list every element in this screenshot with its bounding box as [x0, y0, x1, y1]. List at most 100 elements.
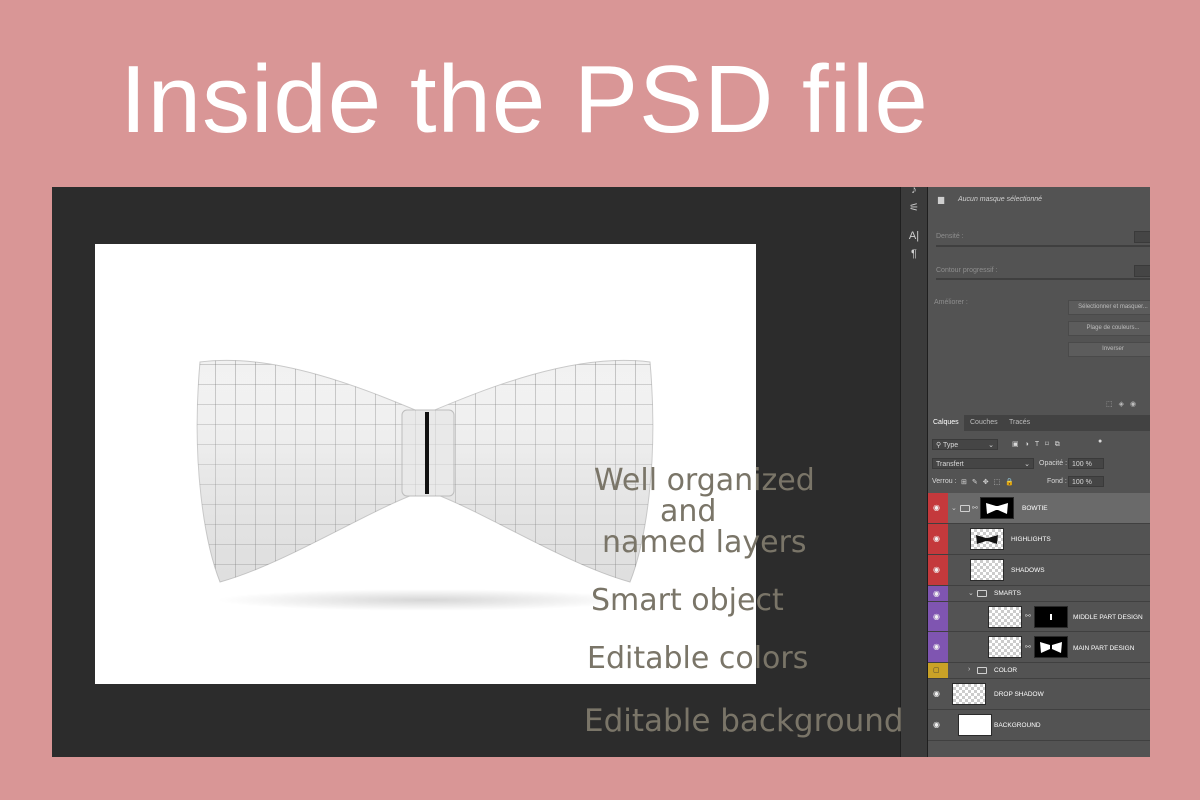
layer-row-color[interactable]: ▢ › COLOR	[928, 663, 1150, 679]
color-tag[interactable]: ◉	[928, 632, 948, 662]
eye-icon: ◉	[933, 642, 940, 651]
paragraph-icon[interactable]: ¶	[901, 245, 927, 263]
headline: Inside the PSD file	[120, 46, 929, 153]
lock-label: Verrou :	[932, 478, 957, 485]
tab-layers[interactable]: Calques	[928, 415, 964, 431]
layer-name: SMARTS	[994, 590, 1021, 597]
layer-row-smarts[interactable]: ◉ ⌄ SMARTS	[928, 586, 1150, 602]
layer-mask-thumbnail[interactable]	[1034, 606, 1068, 628]
blend-mode-value: Transfert	[936, 461, 964, 468]
panel-footer-icons: ⬚◈◉	[1106, 401, 1143, 408]
layers-tabs: Calques Couches Tracés	[928, 415, 1150, 431]
feature-line-and: and	[660, 494, 717, 529]
tab-paths[interactable]: Tracés	[1004, 415, 1035, 431]
chevron-down-icon: ⌄	[1024, 461, 1030, 468]
layer-row-drop-shadow[interactable]: ◉ DROP SHADOW	[928, 679, 1150, 710]
layer-name: COLOR	[994, 667, 1018, 674]
filter-type-icons[interactable]: ▣◑T⌑⧉	[1012, 440, 1066, 449]
bowtie-thumb-icon	[976, 535, 998, 544]
link-icon: ⚯	[972, 505, 978, 512]
opacity-label: Opacité :	[1039, 460, 1068, 467]
select-and-mask-button[interactable]: Sélectionner et masquer...	[1068, 300, 1150, 315]
right-panels: ▆ Aucun masque sélectionné Densité : Con…	[928, 187, 1150, 757]
brush-icon[interactable]: ♪	[901, 187, 927, 199]
chevron-down-icon[interactable]: ⌄	[951, 504, 957, 512]
properties-panel: ▆ Aucun masque sélectionné Densité : Con…	[928, 187, 1150, 416]
color-tag[interactable]: ◉	[928, 602, 948, 631]
layer-row-main-part-design[interactable]: ◉ ⚯ MAIN PART DESIGN	[928, 632, 1150, 663]
folder-icon	[977, 590, 987, 597]
layer-mask-thumbnail[interactable]	[1034, 636, 1068, 658]
color-tag[interactable]: ◉	[928, 555, 948, 585]
layer-row-bowtie[interactable]: ◉ ⌄ ⚯ BOWTIE	[928, 493, 1150, 524]
color-tag[interactable]: ◉	[928, 493, 948, 523]
fill-field[interactable]: 100 %	[1068, 476, 1104, 487]
lock-icons[interactable]: ⊞✎✥⬚🔒	[961, 478, 1019, 486]
feature-editable-background: Editable background	[584, 703, 904, 739]
drop-shadow	[215, 589, 635, 611]
main-mask-icon	[1040, 642, 1062, 653]
layer-thumbnail[interactable]	[952, 683, 986, 705]
layer-row-middle-part-design[interactable]: ◉ ⚯ MIDDLE PART DESIGN	[928, 602, 1150, 632]
folder-icon	[960, 505, 970, 512]
density-label: Densité :	[936, 233, 964, 240]
eye-icon: ◉	[933, 534, 940, 543]
feather-label: Contour progressif :	[936, 267, 998, 274]
layer-row-background[interactable]: ◉ BACKGROUND	[928, 710, 1150, 741]
chevron-right-icon[interactable]: ›	[968, 666, 970, 673]
fill-value: 100 %	[1072, 479, 1092, 486]
bowtie-mask-icon	[986, 503, 1008, 514]
color-tag[interactable]: ◉	[928, 586, 948, 601]
blend-mode-select[interactable]: Transfert ⌄	[932, 458, 1034, 469]
density-slider[interactable]	[936, 245, 1150, 247]
eye-icon: ◉	[933, 503, 940, 512]
density-value-box[interactable]	[1134, 231, 1150, 243]
feather-slider[interactable]	[936, 278, 1150, 280]
feature-line-named-layers: named layers	[602, 525, 807, 560]
layer-mask-thumbnail[interactable]	[980, 497, 1014, 519]
character-icon[interactable]: A|	[901, 227, 927, 245]
chevron-down-icon[interactable]: ⌄	[968, 589, 974, 597]
layer-filter-value: Type	[942, 442, 959, 449]
visibility-toggle[interactable]: ◉	[928, 710, 948, 740]
chevron-down-icon: ⌄	[988, 442, 994, 449]
layer-name: HIGHLIGHTS	[1011, 536, 1051, 543]
color-range-button[interactable]: Plage de couleurs...	[1068, 321, 1150, 336]
layer-row-highlights[interactable]: ◉ HIGHLIGHTS	[928, 524, 1150, 555]
invert-button[interactable]: Inverser	[1068, 342, 1150, 357]
visibility-toggle[interactable]: ◉	[928, 679, 948, 709]
layer-filter-select[interactable]: ⚲ Type ⌄	[932, 439, 998, 450]
color-tag[interactable]: ▢	[928, 663, 948, 678]
color-tag[interactable]: ◉	[928, 524, 948, 554]
feather-value-box[interactable]	[1134, 265, 1150, 277]
feature-line-well-organized: Well organized	[594, 463, 815, 498]
link-icon: ⚯	[1025, 644, 1031, 651]
adjustments-icon[interactable]: ⚟	[901, 199, 927, 217]
eye-icon: ◉	[933, 720, 940, 729]
layer-thumbnail[interactable]	[970, 528, 1004, 550]
layer-name: BOWTIE	[1022, 505, 1048, 512]
feature-editable-colors: Editable colors	[587, 641, 809, 676]
layers-panel: Calques Couches Tracés ⚲ Type ⌄ ▣◑T⌑⧉ ● T…	[928, 415, 1150, 757]
fill-label: Fond :	[1047, 478, 1067, 485]
layer-name: SHADOWS	[1011, 567, 1045, 574]
layer-row-shadows[interactable]: ◉ SHADOWS	[928, 555, 1150, 586]
layer-thumbnail[interactable]	[958, 714, 992, 736]
mask-folder-icon: ▆	[938, 195, 945, 204]
feature-smart-object: Smart object	[591, 583, 784, 618]
smart-object-thumbnail[interactable]	[988, 606, 1022, 628]
eye-icon: ◉	[933, 565, 940, 574]
layer-name: BACKGROUND	[994, 722, 1041, 729]
middle-mask-icon	[1050, 614, 1052, 620]
filter-toggle-icon[interactable]: ●	[1098, 438, 1102, 445]
layer-thumbnail[interactable]	[970, 559, 1004, 581]
layer-name: DROP SHADOW	[994, 691, 1044, 698]
link-icon: ⚯	[1025, 613, 1031, 620]
smart-object-thumbnail[interactable]	[988, 636, 1022, 658]
opacity-value: 100 %	[1072, 461, 1092, 468]
layer-name: MAIN PART DESIGN	[1073, 645, 1135, 652]
tab-channels[interactable]: Couches	[965, 415, 1003, 431]
eye-icon: ◉	[933, 689, 940, 698]
opacity-field[interactable]: 100 %	[1068, 458, 1104, 469]
layer-name: MIDDLE PART DESIGN	[1073, 614, 1143, 621]
